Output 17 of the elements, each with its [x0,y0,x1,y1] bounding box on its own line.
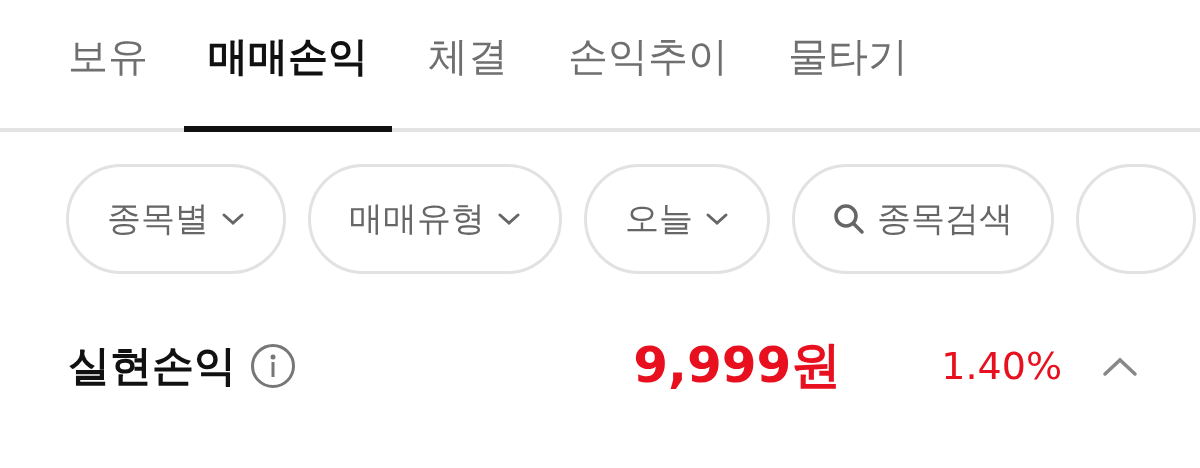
pnl-amount: 9,999원 [633,335,842,396]
pnl-rate: 1.40% [941,343,1062,388]
chevron-down-icon [221,211,245,227]
filter-dropdown[interactable]: 매매유형 [308,164,562,274]
tab[interactable]: 물타기 [764,0,932,132]
filter-dropdown[interactable]: 오늘 [584,164,770,274]
tab[interactable]: 보유 [44,0,172,132]
info-icon[interactable] [250,342,296,389]
realized-pnl-label: 실현손익 [68,339,236,392]
search-chip[interactable]: 종목검색 [792,164,1054,274]
chevron-down-icon [497,211,521,227]
filter-dropdown[interactable]: 종목별 [66,164,286,274]
tab[interactable]: 매매손익 [184,0,392,132]
chevron-down-icon [705,211,729,227]
tab[interactable]: 손익추이 [544,0,752,132]
search-icon [833,203,865,235]
tab[interactable]: 체결 [404,0,532,132]
